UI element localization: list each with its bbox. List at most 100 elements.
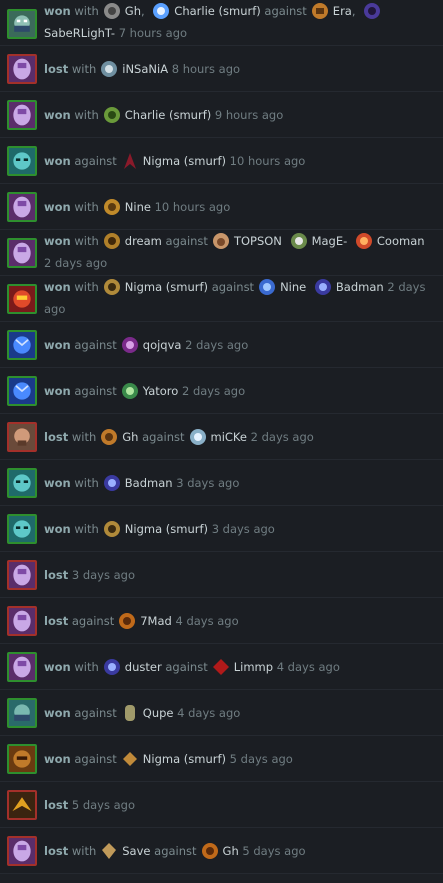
player-name[interactable]: MagE- xyxy=(312,234,348,248)
tiny-hero-icon[interactable] xyxy=(7,422,37,452)
player-name[interactable]: Badman xyxy=(125,476,173,490)
player-name[interactable]: TOPSON xyxy=(234,234,282,248)
player-name[interactable]: Gh xyxy=(223,844,239,858)
timestamp: 8 hours ago xyxy=(171,62,241,76)
player-name[interactable]: Charlie (smurf) xyxy=(125,108,211,122)
hero-mini-icon xyxy=(100,60,118,78)
match-row[interactable]: won with Gh, Charlie (smurf) against Era, … xyxy=(0,0,443,46)
timestamp: 9 hours ago xyxy=(214,108,284,122)
player-name[interactable]: Nine xyxy=(280,280,306,294)
timestamp: 10 hours ago xyxy=(229,154,306,168)
void-spirit-hero-icon[interactable] xyxy=(7,606,37,636)
player-name[interactable]: Nigma (smurf) xyxy=(125,280,208,294)
player-name[interactable]: Nigma (smurf) xyxy=(125,522,208,536)
match-row[interactable]: lost with Gh against miCKe 2 days ago xyxy=(0,414,443,460)
against-label: against xyxy=(74,706,117,720)
timestamp: 3 days ago xyxy=(71,568,135,582)
player-name[interactable]: Gh xyxy=(122,430,138,444)
hero-mini-icon xyxy=(355,232,373,250)
match-row[interactable]: won with dream against TOPSON MagE- Cooman… xyxy=(0,230,443,276)
void-spirit-hero-icon[interactable] xyxy=(7,54,37,84)
player-name[interactable]: qojqva xyxy=(143,338,182,352)
hero-mini-icon xyxy=(290,232,308,250)
hero-mini-icon xyxy=(121,704,139,722)
lion-hero-icon[interactable] xyxy=(7,284,37,314)
timestamp: 5 days ago xyxy=(242,844,306,858)
tusk-hero-icon[interactable] xyxy=(7,146,37,176)
match-row[interactable]: lost 3 days ago xyxy=(0,552,443,598)
player-name[interactable]: Charlie (smurf) xyxy=(174,4,260,18)
with-label: with xyxy=(74,476,99,490)
timestamp: 3 days ago xyxy=(211,522,275,536)
hero-mini-icon xyxy=(100,428,118,446)
player-name[interactable]: Badman xyxy=(336,280,384,294)
match-row[interactable]: won against Qupe 4 days ago xyxy=(0,690,443,736)
player-name[interactable]: duster xyxy=(125,660,162,674)
void-spirit-hero-icon[interactable] xyxy=(7,238,37,268)
with-label: with xyxy=(74,660,99,674)
match-row[interactable]: lost against 7Mad 4 days ago xyxy=(0,598,443,644)
player-name[interactable]: Limmp xyxy=(234,660,273,674)
player-name[interactable]: Nigma (smurf) xyxy=(143,154,226,168)
with-label: with xyxy=(71,430,97,444)
player-name[interactable]: Cooman xyxy=(377,234,425,248)
result-label: lost xyxy=(44,844,69,858)
match-row[interactable]: won with Charlie (smurf) 9 hours ago xyxy=(0,92,443,138)
storm-hero-icon[interactable] xyxy=(7,376,37,406)
result-label: won xyxy=(44,660,71,674)
hero-mini-icon xyxy=(212,232,230,250)
player-name[interactable]: Nigma (smurf) xyxy=(143,752,226,766)
match-row[interactable]: won against Yatoro 2 days ago xyxy=(0,368,443,414)
player-name[interactable]: iNSaNiA xyxy=(122,62,168,76)
void-spirit-hero-icon[interactable] xyxy=(7,836,37,866)
player-name[interactable]: dream xyxy=(125,234,162,248)
tusk-hero-icon[interactable] xyxy=(7,514,37,544)
player-name[interactable]: Gh xyxy=(125,4,141,18)
phoenix-hero-icon[interactable] xyxy=(7,790,37,820)
void-spirit-hero-icon[interactable] xyxy=(7,192,37,222)
timestamp: 7 hours ago xyxy=(118,26,188,40)
hero-mini-icon xyxy=(258,278,276,296)
player-name[interactable]: Yatoro xyxy=(143,384,179,398)
player-name[interactable]: Save xyxy=(122,844,150,858)
void-spirit-hero-icon[interactable] xyxy=(7,652,37,682)
match-row[interactable]: won with duster against Limmp 4 days ago xyxy=(0,644,443,690)
tusk-hero-icon[interactable] xyxy=(7,468,37,498)
match-row[interactable]: won with Nine 10 hours ago xyxy=(0,184,443,230)
player-name[interactable]: Era xyxy=(333,4,352,18)
tusk-hero-icon[interactable] xyxy=(7,9,37,39)
hero-mini-icon xyxy=(103,474,121,492)
hero-mini-icon xyxy=(103,520,121,538)
match-row[interactable]: won with Nigma (smurf) against Nine Badman… xyxy=(0,276,443,322)
result-label: won xyxy=(44,234,71,248)
match-row[interactable]: lost 5 days ago xyxy=(0,782,443,828)
player-name[interactable]: SabeRLighT- xyxy=(44,26,115,40)
match-row[interactable]: lost with Save against Gh 5 days ago xyxy=(0,828,443,874)
against-label: against xyxy=(154,844,197,858)
match-feed: won with Gh, Charlie (smurf) against Era, … xyxy=(0,0,443,874)
timestamp: 3 days ago xyxy=(176,476,240,490)
match-row[interactable]: won with Nigma (smurf) 3 days ago xyxy=(0,506,443,552)
against-label: against xyxy=(74,338,117,352)
player-name[interactable]: 7Mad xyxy=(140,614,172,628)
player-name[interactable]: Nine xyxy=(125,200,151,214)
match-row[interactable]: won against Nigma (smurf) 5 days ago xyxy=(0,736,443,782)
result-label: won xyxy=(44,280,71,294)
with-label: with xyxy=(71,844,97,858)
match-row[interactable]: won with Badman 3 days ago xyxy=(0,460,443,506)
player-name[interactable]: miCKe xyxy=(211,430,247,444)
hero-mini-icon xyxy=(121,750,139,768)
storm-hero-icon[interactable] xyxy=(7,330,37,360)
timestamp: 2 days ago xyxy=(44,256,108,270)
player-name[interactable]: Qupe xyxy=(143,706,174,720)
match-row[interactable]: won against qojqva 2 days ago xyxy=(0,322,443,368)
void-spirit-hero-icon[interactable] xyxy=(7,100,37,130)
match-row[interactable]: lost with iNSaNiA 8 hours ago xyxy=(0,46,443,92)
result-label: won xyxy=(44,752,71,766)
void-spirit-hero-icon[interactable] xyxy=(7,560,37,590)
brewmaster-hero-icon[interactable] xyxy=(7,744,37,774)
match-row[interactable]: won against Nigma (smurf) 10 hours ago xyxy=(0,138,443,184)
tusk-hero-icon[interactable] xyxy=(7,698,37,728)
result-label: won xyxy=(44,476,71,490)
against-label: against xyxy=(211,280,255,294)
